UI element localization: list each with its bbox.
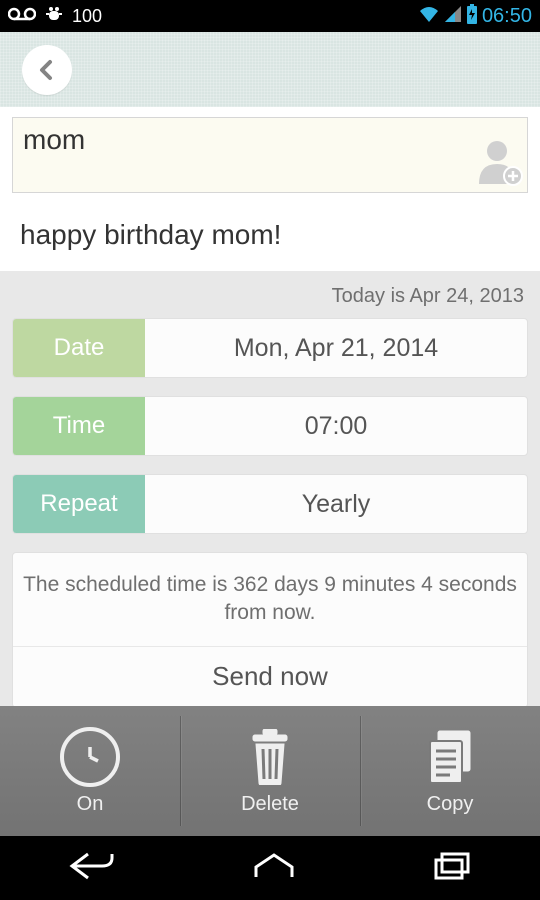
message-input[interactable]: happy birthday mom! bbox=[12, 211, 528, 271]
toolbar-on-button[interactable]: On bbox=[0, 706, 180, 836]
send-now-button[interactable]: Send now bbox=[13, 647, 527, 707]
toolbar-copy-button[interactable]: Copy bbox=[360, 706, 540, 836]
chevron-left-icon bbox=[35, 58, 59, 82]
content-area: mom happy birthday mom! bbox=[0, 107, 540, 271]
schedule-info-card: The scheduled time is 362 days 9 minutes… bbox=[12, 552, 528, 708]
clock-text: 06:50 bbox=[482, 5, 532, 28]
bottom-toolbar: On Delete Copy bbox=[0, 706, 540, 836]
date-value: Mon, Apr 21, 2014 bbox=[145, 319, 527, 377]
android-nav-bar bbox=[0, 836, 540, 900]
nav-back-button[interactable] bbox=[68, 850, 116, 887]
nav-home-button[interactable] bbox=[252, 851, 296, 886]
date-label: Date bbox=[13, 319, 145, 377]
android-status-bar: 100 06:50 bbox=[0, 0, 540, 32]
time-label: Time bbox=[13, 397, 145, 455]
date-row[interactable]: Date Mon, Apr 21, 2014 bbox=[12, 318, 528, 378]
schedule-countdown-text: The scheduled time is 362 days 9 minutes… bbox=[13, 553, 527, 647]
wifi-icon bbox=[418, 5, 440, 28]
app-header bbox=[0, 32, 540, 107]
time-row[interactable]: Time 07:00 bbox=[12, 396, 528, 456]
battery-icon bbox=[466, 4, 478, 29]
repeat-value: Yearly bbox=[145, 475, 527, 533]
toolbar-copy-label: Copy bbox=[427, 793, 474, 816]
add-contact-button[interactable] bbox=[473, 136, 523, 186]
nav-recent-button[interactable] bbox=[432, 850, 472, 887]
recipient-text: mom bbox=[23, 124, 85, 156]
toolbar-delete-button[interactable]: Delete bbox=[180, 706, 360, 836]
voicemail-icon bbox=[8, 6, 36, 27]
trash-icon bbox=[240, 727, 300, 787]
android-debug-icon bbox=[44, 4, 64, 29]
status-battery-text: 100 bbox=[72, 6, 102, 27]
recipient-field[interactable]: mom bbox=[12, 117, 528, 193]
contact-add-icon bbox=[473, 136, 523, 186]
toolbar-on-label: On bbox=[77, 793, 104, 816]
repeat-label: Repeat bbox=[13, 475, 145, 533]
clock-icon bbox=[60, 727, 120, 787]
repeat-row[interactable]: Repeat Yearly bbox=[12, 474, 528, 534]
copy-icon bbox=[420, 727, 480, 787]
time-value: 07:00 bbox=[145, 397, 527, 455]
scheduler-panel: Today is Apr 24, 2013 Date Mon, Apr 21, … bbox=[0, 271, 540, 726]
toolbar-delete-label: Delete bbox=[241, 793, 299, 816]
signal-icon bbox=[444, 5, 462, 28]
today-date-label: Today is Apr 24, 2013 bbox=[12, 271, 528, 318]
back-button[interactable] bbox=[22, 45, 72, 95]
